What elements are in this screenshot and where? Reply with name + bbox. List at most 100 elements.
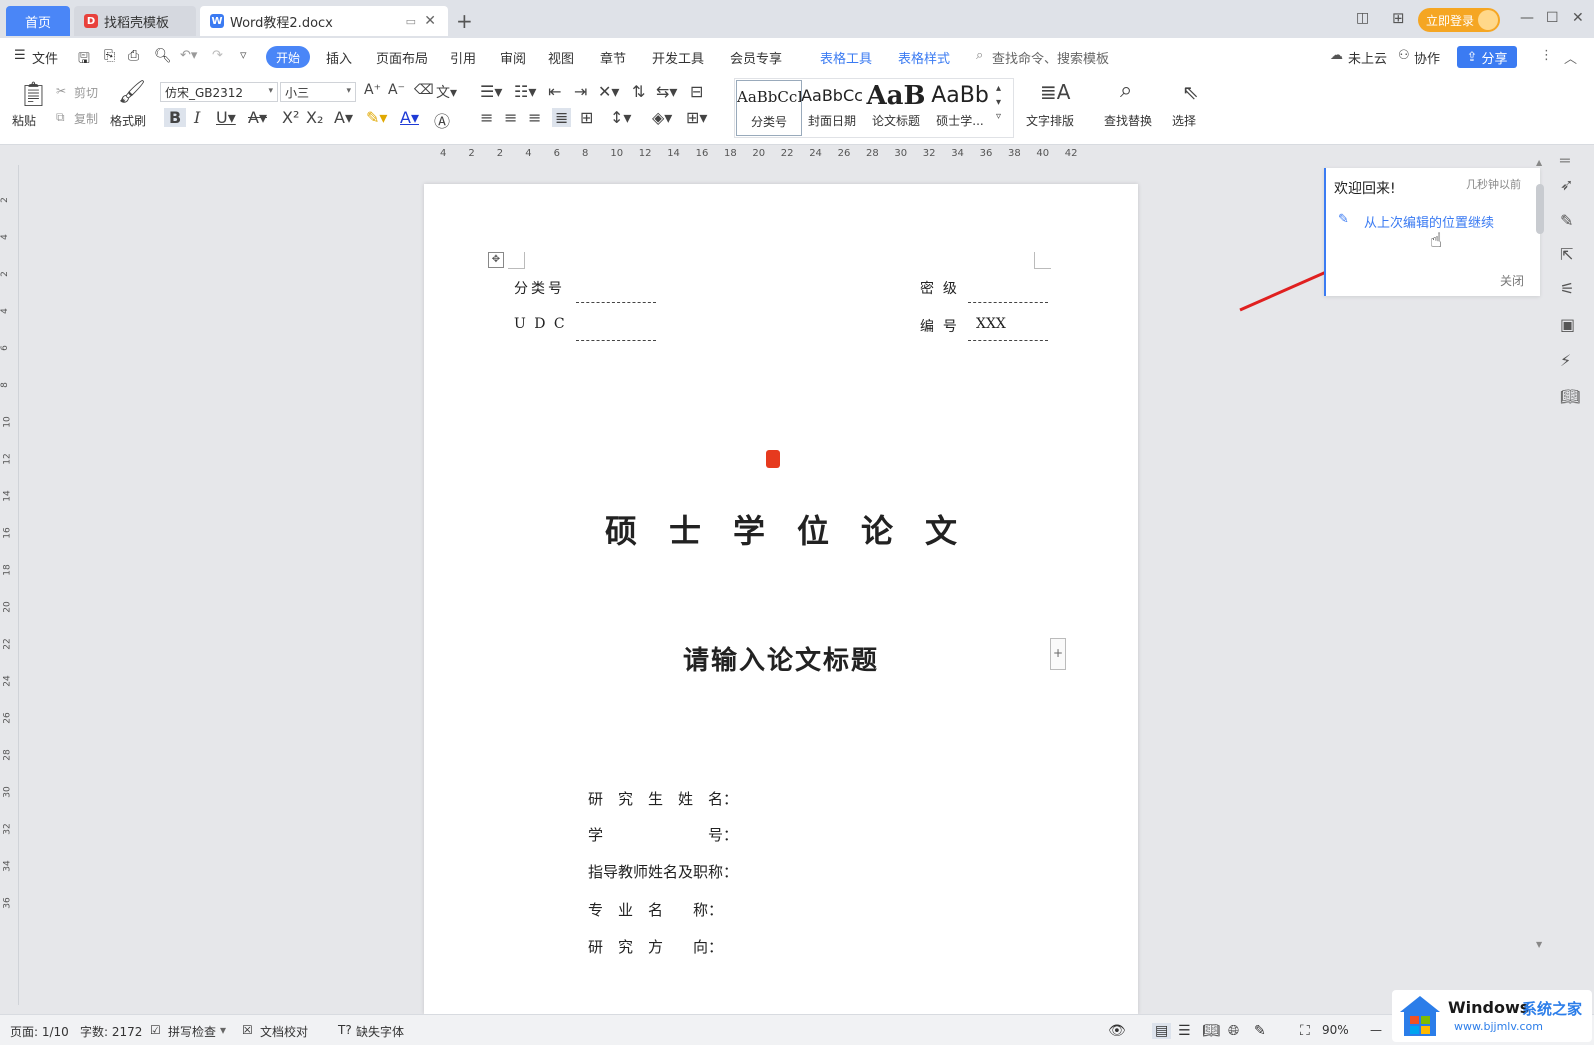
print-icon[interactable]: ⎙ — [128, 48, 139, 64]
vertical-ruler[interactable]: 2 4 2 4 6 8 10 12 14 16 18 20 22 24 26 28 30 32 34 36 — [0, 165, 19, 1005]
superscript-icon[interactable]: X² — [282, 108, 299, 127]
web-view-icon[interactable]: 🌐︎ — [1228, 1023, 1239, 1039]
cut-button[interactable]: 剪切 — [74, 84, 98, 101]
align-left-icon[interactable]: ≡ — [480, 108, 493, 127]
scroll-up-icon[interactable]: ▲ — [1536, 158, 1542, 167]
add-row-icon[interactable]: + — [1050, 638, 1066, 670]
paste-button[interactable]: 粘贴 — [12, 112, 36, 129]
grid-apps-icon[interactable]: ⊞ — [1392, 9, 1405, 27]
find-replace-icon[interactable]: ⌕ — [1120, 78, 1132, 103]
text-effect-icon[interactable]: A▾ — [334, 108, 353, 127]
rocket-icon[interactable]: ➶ — [1560, 175, 1573, 194]
page-view-icon[interactable]: ▤ — [1152, 1023, 1172, 1039]
shrink-font-icon[interactable]: A⁻ — [388, 82, 405, 98]
style-scroll-icon[interactable]: ▴ ▾ ▿ — [996, 82, 1001, 124]
pointer-icon[interactable]: ⇱ — [1560, 245, 1573, 264]
text-layout-icon[interactable]: ≣A — [1040, 80, 1070, 104]
grow-font-icon[interactable]: A⁺ — [364, 82, 381, 98]
zoom-out-icon[interactable]: — — [1370, 1023, 1382, 1037]
proofread-button[interactable]: 文档校对 — [260, 1023, 308, 1040]
lightning-icon[interactable]: ⚡ — [1560, 351, 1571, 370]
menu-chapter[interactable]: 章节 — [600, 48, 626, 67]
missing-font-button[interactable]: 缺失字体 — [356, 1023, 404, 1040]
table-move-handle-icon[interactable]: ✥ — [488, 252, 504, 268]
bold-icon[interactable]: B — [164, 108, 187, 127]
select-button[interactable]: 选择 — [1172, 112, 1196, 129]
format-painter-button[interactable]: 格式刷 — [110, 112, 146, 129]
write-view-icon[interactable]: ✎ — [1254, 1023, 1266, 1039]
close-panel-button[interactable]: 关闭 — [1500, 272, 1524, 289]
word-count[interactable]: 字数: 2172 — [80, 1023, 142, 1040]
italic-icon[interactable]: I — [194, 108, 200, 127]
copy-button[interactable]: 复制 — [74, 110, 98, 127]
minimize-icon[interactable]: — — [1520, 10, 1534, 26]
collapse-ribbon-icon[interactable]: ︿ — [1564, 48, 1577, 67]
menu-references[interactable]: 引用 — [450, 48, 476, 67]
menu-file[interactable]: 文件 — [32, 48, 58, 67]
numbered-list-icon[interactable]: ☷▾ — [514, 82, 536, 101]
increase-indent-icon[interactable]: ⇥ — [574, 82, 587, 101]
paste-icon[interactable]: 📋︎ — [18, 80, 48, 108]
menu-view[interactable]: 视图 — [548, 48, 574, 67]
style-master[interactable]: AaBb 硕士学... — [928, 80, 992, 134]
subscript-icon[interactable]: X₂ — [306, 108, 323, 127]
thesis-title[interactable]: 请输入论文标题 — [424, 640, 1138, 677]
tab-home[interactable]: 首页 — [6, 6, 70, 36]
decrease-indent-icon[interactable]: ⇤ — [548, 82, 561, 101]
command-search[interactable]: 查找命令、搜索模板 — [992, 48, 1109, 67]
select-cursor-icon[interactable]: ⇖ — [1182, 80, 1199, 104]
align-center-icon[interactable]: ≡ — [504, 108, 517, 127]
more-icon[interactable]: ⋮ — [1540, 48, 1553, 63]
sidebar-menu-icon[interactable]: ═ — [1560, 151, 1570, 170]
page-counter[interactable]: 页面: 1/10 — [10, 1023, 69, 1040]
number-value[interactable]: XXX — [976, 316, 1006, 332]
font-color-icon[interactable]: A▾ — [400, 108, 419, 127]
maximize-icon[interactable]: ☐ — [1546, 10, 1559, 26]
paragraph-mark-icon[interactable]: ⇆▾ — [656, 82, 677, 101]
distribute-icon[interactable]: ⊞ — [580, 108, 593, 127]
share-button[interactable]: ⇪ 分享 — [1457, 46, 1517, 68]
udc-line[interactable] — [576, 340, 656, 341]
style-cover-date[interactable]: AaBbCc 封面日期 — [800, 80, 864, 134]
spell-check-button[interactable]: 拼写检查 — [168, 1023, 216, 1040]
export-icon[interactable]: ⎘ — [104, 48, 115, 64]
bullet-list-icon[interactable]: ☰▾ — [480, 82, 502, 101]
menu-page-layout[interactable]: 页面布局 — [376, 48, 428, 67]
font-size-select[interactable]: 小三 ▾ — [280, 82, 356, 102]
style-class-no[interactable]: AaBbCcI 分类号 — [736, 80, 802, 136]
document-page[interactable]: ✥ 分类号 U D C 密 级 编 号 XXX 硕 士 学 位 论 文 请输入论… — [424, 184, 1138, 1014]
login-button[interactable]: 立即登录 — [1418, 8, 1500, 32]
style-thesis-title[interactable]: AaB 论文标题 — [864, 80, 928, 134]
justify-icon[interactable]: ≣ — [552, 108, 572, 127]
format-painter-icon[interactable]: 🖌︎ — [118, 80, 146, 105]
menu-dev-tools[interactable]: 开发工具 — [652, 48, 704, 67]
sort-icon[interactable]: ⇅ — [632, 82, 645, 101]
tab-document[interactable]: W Word教程2.docx ▭ ✕ — [200, 6, 448, 36]
customize-icon[interactable]: ▿ — [240, 48, 247, 63]
reading-view-icon[interactable]: 📖︎ — [1202, 1023, 1220, 1039]
font-family-select[interactable]: 仿宋_GB2312 ▾ — [160, 82, 278, 102]
undo-icon[interactable]: ↶▾ — [180, 48, 197, 63]
monitor-icon[interactable]: ▭ — [406, 15, 416, 28]
book-icon[interactable]: 📖︎ — [1560, 387, 1580, 406]
fit-page-icon[interactable]: ⛶ — [1300, 1023, 1310, 1039]
chevron-down-icon[interactable]: ▾ — [220, 1023, 226, 1037]
pinyin-icon[interactable]: 文▾ — [436, 82, 457, 102]
save-icon[interactable]: 🖫 — [78, 48, 90, 72]
find-replace-button[interactable]: 查找替换 — [1104, 112, 1152, 129]
strikethrough-icon[interactable]: A▾ — [248, 108, 267, 127]
cloud-status[interactable]: 未上云 — [1348, 48, 1387, 67]
menu-start[interactable]: 开始 — [266, 46, 310, 68]
horizontal-ruler[interactable]: 4 2 2 4 6 8 10 12 14 16 18 20 22 24 26 28 30 32 34 36 38 40 42 — [0, 145, 1540, 165]
menu-table-tools[interactable]: 表格工具 — [820, 48, 872, 67]
tab-template[interactable]: D 找稻壳模板 — [74, 6, 196, 36]
sliders-icon[interactable]: ⚟ — [1560, 279, 1574, 298]
underline-icon[interactable]: U▾ — [216, 108, 236, 127]
align-right-icon[interactable]: ≡ — [528, 108, 541, 127]
outline-view-icon[interactable]: ☰ — [1178, 1023, 1191, 1039]
collab-button[interactable]: 协作 — [1414, 48, 1440, 67]
secret-line[interactable] — [968, 302, 1048, 303]
menu-review[interactable]: 审阅 — [500, 48, 526, 67]
edit-pen-icon[interactable]: ✎ — [1560, 211, 1573, 230]
menu-insert[interactable]: 插入 — [326, 48, 352, 67]
